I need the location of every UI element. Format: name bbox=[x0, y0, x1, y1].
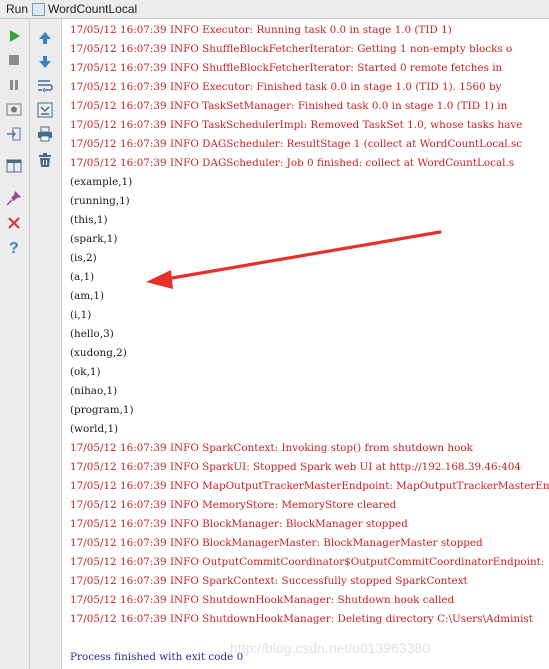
log-line: 17/05/12 16:07:39 INFO TaskSchedulerImpl… bbox=[70, 119, 523, 131]
soft-wrap-button[interactable] bbox=[35, 77, 55, 95]
log-line: 17/05/12 16:07:39 INFO MemoryStore: Memo… bbox=[70, 499, 397, 511]
word-count-line: (this,1) bbox=[70, 214, 108, 226]
pin-icon bbox=[6, 191, 21, 206]
close-button[interactable] bbox=[4, 214, 24, 232]
log-line: 17/05/12 16:07:39 INFO OutputCommitCoord… bbox=[70, 556, 545, 568]
rerun-icon bbox=[10, 30, 20, 42]
print-icon bbox=[38, 126, 52, 142]
log-line: 17/05/12 16:07:39 INFO BlockManager: Blo… bbox=[70, 518, 408, 530]
clear-all-button[interactable] bbox=[35, 151, 55, 169]
pause-icon bbox=[10, 80, 18, 90]
log-line: 17/05/12 16:07:39 INFO ShuffleBlockFetch… bbox=[70, 43, 513, 55]
exit-button[interactable] bbox=[4, 125, 24, 143]
pin-tab-button[interactable] bbox=[4, 189, 24, 207]
word-count-line: (world,1) bbox=[70, 423, 119, 435]
run-titlebar: Run WordCountLocal bbox=[0, 0, 549, 19]
down-arrow-icon bbox=[39, 56, 51, 68]
log-line: 17/05/12 16:07:39 INFO Executor: Finishe… bbox=[70, 81, 502, 93]
log-line: 17/05/12 16:07:39 INFO TaskSetManager: F… bbox=[70, 100, 508, 112]
pause-button[interactable] bbox=[4, 76, 24, 94]
log-line: 17/05/12 16:07:39 INFO BlockManagerMaste… bbox=[70, 537, 483, 549]
log-line: 17/05/12 16:07:39 INFO Executor: Running… bbox=[70, 24, 452, 36]
run-toolbar-left: ? bbox=[0, 19, 30, 669]
word-count-line: (am,1) bbox=[70, 290, 105, 302]
print-button[interactable] bbox=[35, 125, 55, 143]
watermark-text: http://blog.csdn.net/u013963380 bbox=[230, 640, 431, 656]
close-icon bbox=[8, 217, 20, 229]
application-icon bbox=[32, 3, 45, 16]
restore-layout-button[interactable] bbox=[4, 157, 24, 175]
run-label: Run bbox=[6, 2, 29, 16]
log-line: 17/05/12 16:07:39 INFO SparkContext: Inv… bbox=[70, 442, 473, 454]
scroll-to-end-icon bbox=[37, 102, 53, 118]
exit-status-line: Process finished with exit code 0 bbox=[70, 651, 244, 663]
word-count-line: (hello,3) bbox=[70, 328, 114, 340]
log-line: 17/05/12 16:07:39 INFO DAGScheduler: Job… bbox=[70, 157, 515, 169]
word-count-line: (spark,1) bbox=[70, 233, 118, 245]
console-output[interactable]: 17/05/12 16:07:39 INFO Executor: Running… bbox=[62, 19, 549, 669]
log-line: 17/05/12 16:07:39 INFO DAGScheduler: Res… bbox=[70, 138, 523, 150]
dump-threads-button[interactable] bbox=[4, 100, 24, 118]
exit-icon bbox=[7, 127, 21, 141]
word-count-line: (a,1) bbox=[70, 271, 95, 283]
stop-button[interactable] bbox=[4, 51, 24, 69]
down-stack-trace-button[interactable] bbox=[35, 53, 55, 71]
word-count-line: (is,2) bbox=[70, 252, 97, 264]
dump-threads-icon bbox=[6, 103, 22, 116]
up-arrow-icon bbox=[39, 32, 51, 44]
word-count-line: (i,1) bbox=[70, 309, 92, 321]
run-config-name[interactable]: WordCountLocal bbox=[48, 2, 137, 16]
help-icon: ? bbox=[9, 240, 19, 255]
word-count-line: (xudong,2) bbox=[70, 347, 127, 359]
soft-wrap-icon bbox=[38, 80, 53, 93]
word-count-line: (running,1) bbox=[70, 195, 130, 207]
word-count-line: (ok,1) bbox=[70, 366, 101, 378]
log-line: 17/05/12 16:07:39 INFO SparkContext: Suc… bbox=[70, 575, 468, 587]
log-line: 17/05/12 16:07:39 INFO ShutdownHookManag… bbox=[70, 613, 533, 625]
stop-icon bbox=[9, 55, 19, 65]
log-line: 17/05/12 16:07:39 INFO ShuffleBlockFetch… bbox=[70, 62, 503, 74]
up-stack-trace-button[interactable] bbox=[35, 29, 55, 47]
run-toolbar-right bbox=[30, 19, 62, 669]
word-count-line: (program,1) bbox=[70, 404, 134, 416]
clear-all-icon bbox=[39, 153, 51, 167]
restore-layout-icon bbox=[6, 159, 22, 173]
word-count-line: (nihao,1) bbox=[70, 385, 118, 397]
log-line: 17/05/12 16:07:39 INFO ShutdownHookManag… bbox=[70, 594, 455, 606]
rerun-button[interactable] bbox=[4, 27, 24, 45]
svg-text:?: ? bbox=[9, 240, 19, 255]
scroll-to-end-button[interactable] bbox=[35, 101, 55, 119]
word-count-line: (example,1) bbox=[70, 176, 133, 188]
log-line: 17/05/12 16:07:39 INFO SparkUI: Stopped … bbox=[70, 461, 521, 473]
help-button[interactable]: ? bbox=[4, 238, 24, 256]
log-line: 17/05/12 16:07:39 INFO MapOutputTrackerM… bbox=[70, 480, 549, 492]
